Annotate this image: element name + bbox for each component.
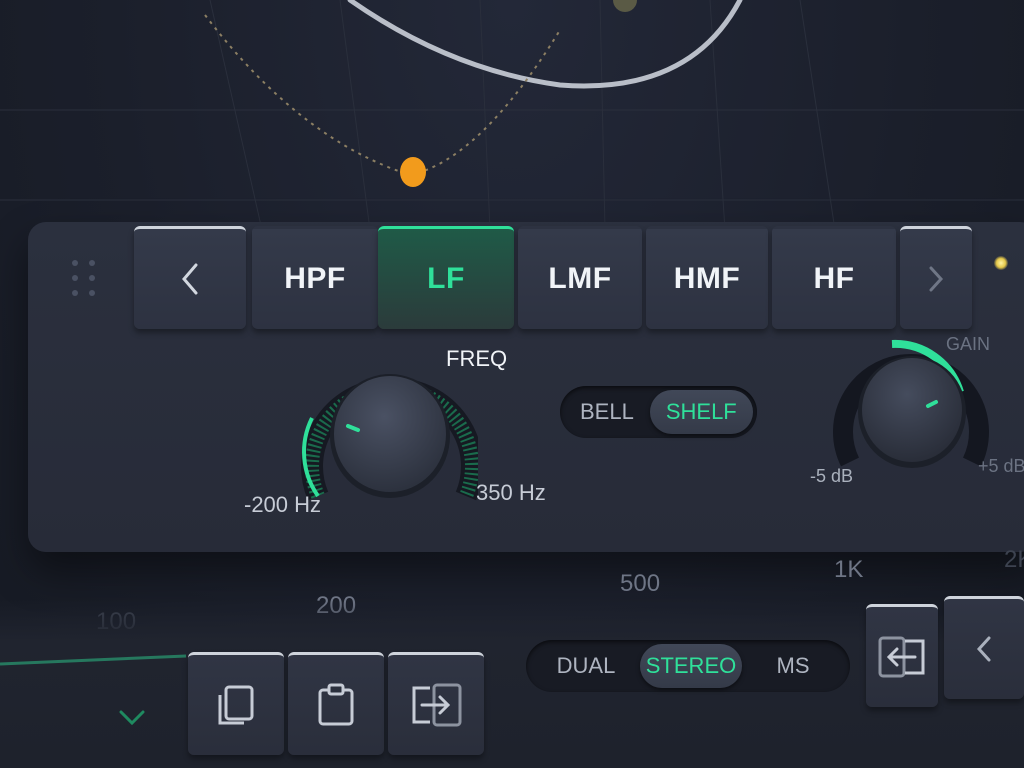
scale-label-500: 500 [620,570,661,597]
paste-icon [318,683,354,726]
tab-lf-label: LF [427,262,465,295]
green-band-line [0,654,187,666]
copy-icon [218,685,254,725]
bell-option[interactable]: BELL [564,390,650,434]
chevron-left-icon [182,263,198,295]
gain-label: GAIN [946,334,991,354]
shelf-option[interactable]: SHELF [649,390,753,434]
dual-option[interactable]: DUAL [532,644,640,688]
eq-curve [347,0,743,89]
chevron-down-icon [119,710,145,726]
drag-handle-icon[interactable] [36,228,132,328]
tab-hf[interactable]: HF [772,226,896,329]
stereo-option[interactable]: STEREO [640,644,742,688]
gain-min-label: -5 dB [810,466,854,486]
export-button[interactable] [866,604,938,707]
prev-band-button[interactable] [134,226,246,329]
scale-label-2k: 2K [1004,546,1024,573]
tab-hmf-label: HMF [673,262,741,295]
next-band-button[interactable] [900,226,972,329]
tab-lf[interactable]: LF [378,226,514,329]
band-active-led [994,256,1008,270]
eq-point-lf [400,157,426,187]
tab-hf-label: HF [813,262,855,295]
tab-lmf[interactable]: LMF [518,226,642,329]
import-icon [412,683,462,727]
collapse-button[interactable] [112,700,152,736]
chevron-right-icon [929,266,944,292]
ms-option[interactable]: MS [742,644,844,688]
tab-hpf-label: HPF [284,262,346,295]
filter-type-toggle: BELL SHELF [560,386,757,438]
collapse-left-button[interactable] [944,596,1024,699]
chevron-left-icon [976,636,991,662]
tab-hmf[interactable]: HMF [646,226,768,329]
freq-max-label: 350 Hz [476,480,546,505]
export-icon [878,636,925,678]
paste-button[interactable] [288,652,384,755]
gain-max-label: +5 dB [978,456,1024,476]
freq-min-label: -200 Hz [244,492,322,517]
import-button[interactable] [388,652,484,755]
freq-label: FREQ [446,346,508,371]
tab-hpf[interactable]: HPF [252,226,378,329]
mode-toggle: DUAL STEREO MS [526,640,850,692]
eq-curve-dotted [204,14,561,177]
band-tabs: HPF LF LMF HMF HF [128,226,974,334]
tab-lmf-label: LMF [548,262,612,295]
scale-label-1k: 1K [834,556,864,583]
copy-button[interactable] [188,652,284,755]
gain-knob[interactable] [832,332,992,492]
eq-point-top [613,0,637,12]
